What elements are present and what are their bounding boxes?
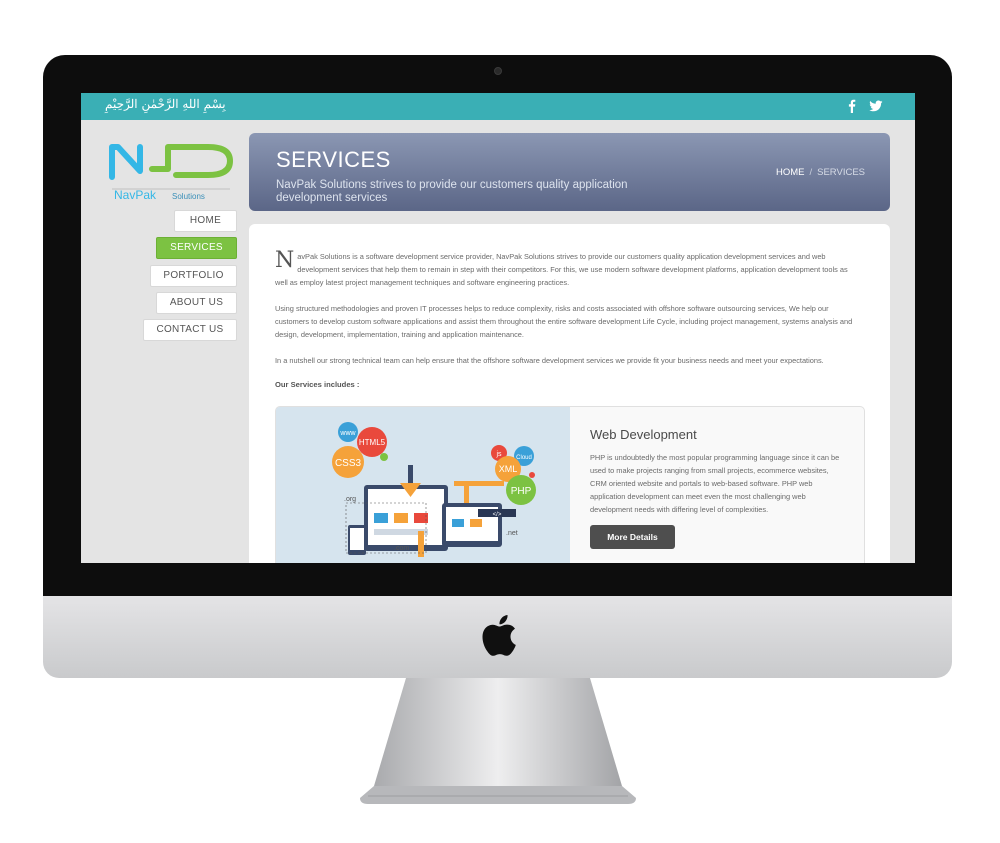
illus-php-label: PHP xyxy=(511,486,532,497)
website-screen: بِسْمِ اللهِ الرَّحْمٰنِ الرَّحِيْمِ Nav… xyxy=(81,93,915,563)
page-subtitle: NavPak Solutions strives to provide our … xyxy=(276,179,628,204)
illus-org-label: .org xyxy=(344,496,356,503)
methodology-paragraph: Using structured methodologies and prove… xyxy=(275,304,853,339)
breadcrumb-separator: / xyxy=(809,167,813,178)
illus-css3-label: CSS3 xyxy=(335,458,362,469)
nav-portfolio[interactable]: PORTFOLIO xyxy=(150,265,237,287)
intro-text: avPak Solutions is a software developmen… xyxy=(275,252,848,287)
navpak-logo[interactable]: NavPak Solutions xyxy=(108,139,234,205)
dropcap-letter: N xyxy=(275,248,295,273)
bismillah-text: بِسْمِ اللهِ الرَّحْمٰنِ الرَّحِيْمِ xyxy=(105,97,226,111)
nav-contact-us[interactable]: CONTACT US xyxy=(143,319,237,341)
apple-logo-icon xyxy=(482,615,516,656)
illus-html5-label: HTML5 xyxy=(359,438,386,447)
illus-net-label: .net xyxy=(506,530,518,537)
nutshell-paragraph: In a nutshell our strong technical team … xyxy=(275,356,824,365)
illus-xml-label: XML xyxy=(499,464,518,474)
service-card-web-development: www HTML5 CSS3 js Cloud XML PHP </> .org… xyxy=(275,406,865,563)
nav-about-us[interactable]: ABOUT US xyxy=(156,292,237,314)
illus-js-label: js xyxy=(495,451,502,458)
breadcrumb: HOME / SERVICES xyxy=(776,167,865,178)
illus-cloud-label: Cloud xyxy=(516,455,532,461)
page-banner: SERVICES NavPak Solutions strives to pro… xyxy=(249,133,890,211)
logo-brand-text: NavPak xyxy=(114,188,157,202)
facebook-icon[interactable] xyxy=(845,99,859,113)
intro-paragraph: NavPak Solutions is a software developme… xyxy=(275,250,861,289)
more-details-button[interactable]: More Details xyxy=(590,525,675,549)
service-card-text: PHP is undoubtedly the most popular prog… xyxy=(590,453,840,514)
breadcrumb-current: SERVICES xyxy=(817,167,865,178)
illus-tag-label: </> xyxy=(493,512,502,518)
service-card-title: Web Development xyxy=(590,427,697,442)
top-bar: بِسْمِ اللهِ الرَّحْمٰنِ الرَّحِيْمِ xyxy=(81,93,915,120)
services-heading: Our Services includes : xyxy=(275,380,360,389)
breadcrumb-home[interactable]: HOME xyxy=(776,167,805,178)
illus-www-label: www xyxy=(339,430,356,437)
monitor-stand xyxy=(360,678,636,804)
webcam xyxy=(494,67,502,75)
twitter-icon[interactable] xyxy=(869,99,883,113)
logo-suffix-text: Solutions xyxy=(172,192,205,201)
content-panel: NavPak Solutions is a software developme… xyxy=(249,224,890,563)
web-development-illustration: www HTML5 CSS3 js Cloud XML PHP </> .org… xyxy=(276,407,570,563)
page-title: SERVICES xyxy=(276,147,391,172)
nav-home[interactable]: HOME xyxy=(174,210,237,232)
nav-services[interactable]: SERVICES xyxy=(156,237,237,259)
illus-com-label: .com xyxy=(394,545,409,552)
